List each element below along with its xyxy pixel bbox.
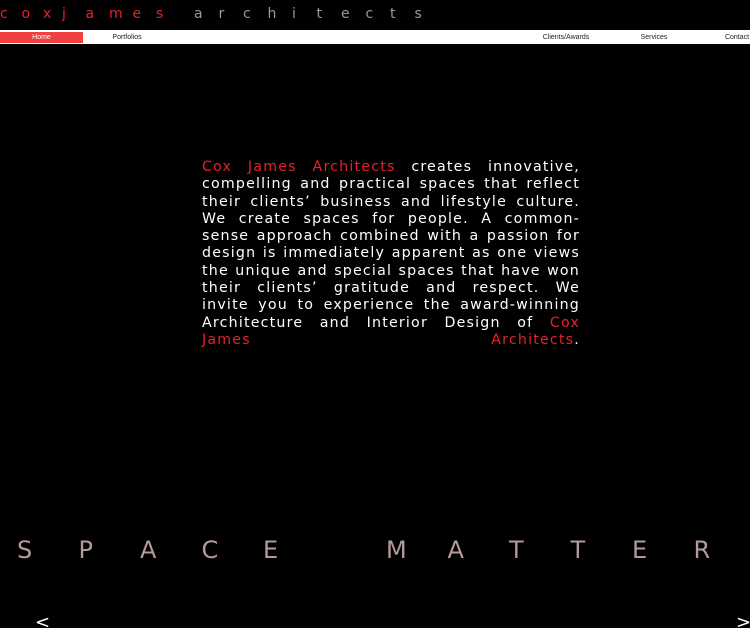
logo-letter: c (243, 6, 251, 22)
intro-body-text: creates innovative, compelling and pract… (202, 159, 580, 331)
intro-paragraph: Cox James Architects creates innovative,… (202, 159, 580, 349)
logo-letter: e (341, 6, 350, 22)
nav-clients-awards[interactable]: Clients/Awards (536, 32, 596, 43)
logo-letter: a (194, 6, 203, 22)
logo-letter: t (316, 6, 323, 22)
tagline-letter: E (263, 536, 279, 564)
logo-letter: a (85, 6, 95, 22)
tagline-letter: A (140, 536, 157, 564)
logo-letter: x (43, 6, 52, 22)
logo-letter: s (156, 6, 164, 22)
intro-end-punctuation: . (574, 331, 580, 348)
tagline-letter: A (447, 536, 464, 564)
nav-home[interactable]: Home (0, 32, 83, 43)
tagline-space-matters: SPACE MATTERS (0, 536, 750, 570)
next-arrow-icon[interactable]: > (736, 614, 750, 628)
prev-arrow-icon[interactable]: < (35, 614, 50, 628)
logo-letter: i (292, 6, 296, 22)
tagline-letter: R (693, 536, 711, 564)
logo-letter: s (414, 6, 422, 22)
logo-letter: m (109, 6, 123, 22)
site-logo[interactable]: cox james architects (0, 6, 750, 24)
tagline-letter: T (509, 536, 524, 564)
logo-letter: t (390, 6, 396, 22)
tagline-letter: C (201, 536, 219, 564)
tagline-letter: T (570, 536, 586, 564)
nav-services[interactable]: Services (634, 32, 674, 43)
tagline-letter: E (632, 536, 648, 564)
main-nav: Home Portfolios Clients/Awards Services … (0, 30, 750, 44)
logo-letter: j (62, 6, 66, 22)
logo-letter: o (21, 6, 31, 22)
logo-letter: h (267, 6, 277, 22)
logo-letter: e (132, 6, 142, 22)
logo-letter: r (218, 6, 225, 22)
tagline-letter: S (17, 536, 33, 564)
nav-contact[interactable]: Contact (720, 32, 750, 43)
nav-portfolios[interactable]: Portfolios (105, 32, 149, 43)
tagline-letter: P (78, 536, 93, 564)
intro-brand-name: Cox James Architects (202, 159, 396, 175)
logo-letter: c (365, 6, 374, 22)
logo-letter: c (0, 6, 8, 22)
tagline-letter: M (386, 536, 407, 564)
